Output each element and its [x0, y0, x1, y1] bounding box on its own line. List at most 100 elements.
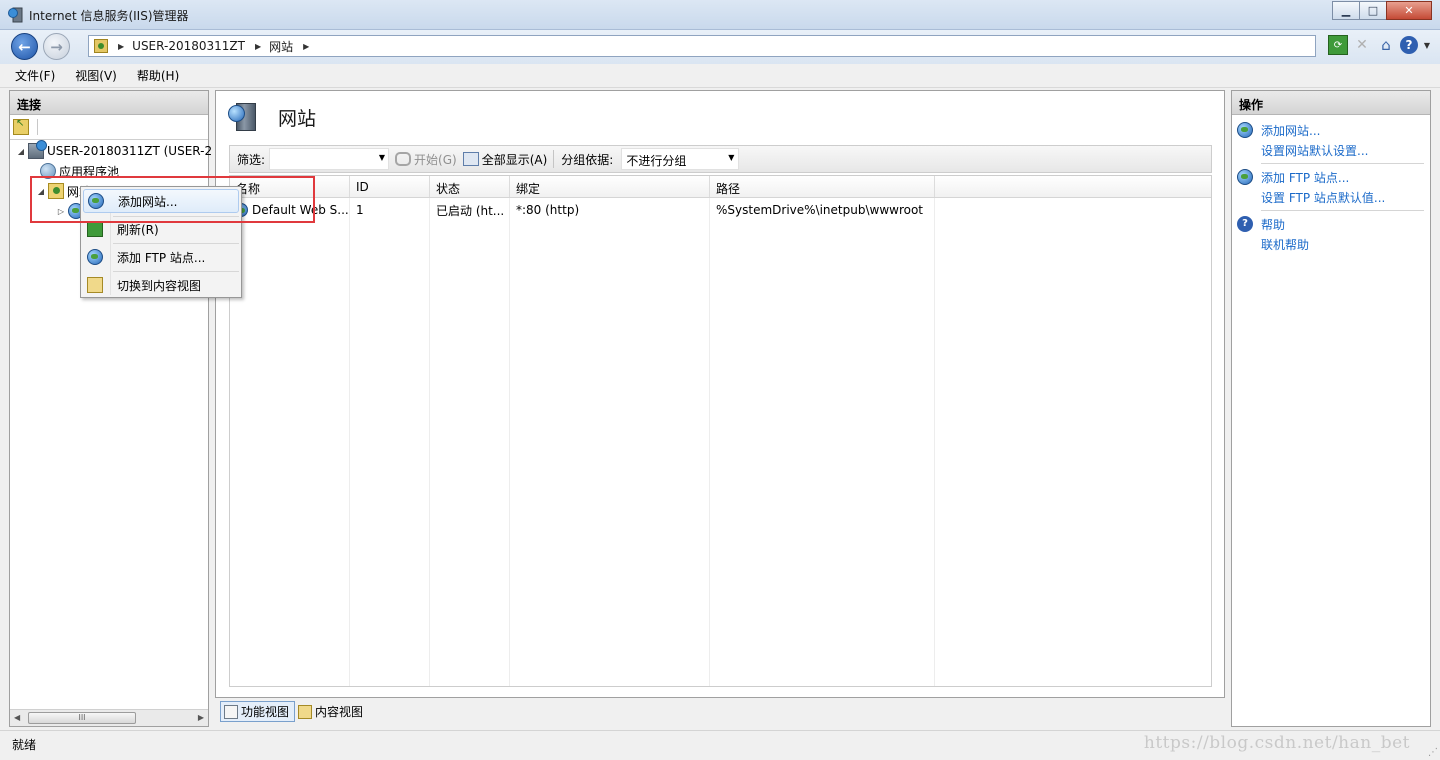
- action-add-site[interactable]: 添加网站...: [1232, 120, 1430, 140]
- menu-view[interactable]: 视图(V): [75, 67, 117, 84]
- actions-header: 操作: [1232, 91, 1430, 115]
- actions-panel: 操作 添加网站... 设置网站默认设置... 添加 FTP 站点... 设置 F…: [1231, 90, 1431, 727]
- action-site-defaults-label: 设置网站默认设置...: [1261, 143, 1369, 158]
- show-all-label: 全部显示(A): [481, 152, 548, 167]
- sites-large-icon: [228, 101, 260, 133]
- home-icon[interactable]: ⌂: [1376, 35, 1396, 55]
- title-bar: Internet 信息服务(IIS)管理器 ▁ □ ✕: [0, 0, 1440, 30]
- scroll-left-icon[interactable]: ◀: [14, 713, 20, 722]
- connections-header: 连接: [10, 91, 208, 115]
- group-by-select[interactable]: 不进行分组 ▼: [621, 148, 740, 170]
- window-title: Internet 信息服务(IIS)管理器: [29, 9, 189, 23]
- column-header-binding[interactable]: 绑定: [510, 176, 710, 197]
- context-menu-divider: [113, 243, 239, 244]
- maximize-button[interactable]: □: [1359, 1, 1387, 20]
- chevron-down-icon[interactable]: ▼: [379, 153, 385, 162]
- tab-content-view-label: 内容视图: [315, 705, 364, 719]
- expand-icon[interactable]: ▷: [56, 207, 66, 216]
- context-switch-content-view[interactable]: 切换到内容视图: [83, 273, 239, 297]
- action-help[interactable]: ? 帮助: [1232, 214, 1430, 234]
- filter-input[interactable]: ▼: [269, 148, 390, 170]
- action-site-defaults[interactable]: 设置网站默认设置...: [1232, 140, 1430, 160]
- show-all-button[interactable]: 全部显示(A): [462, 151, 548, 168]
- collapse-icon[interactable]: ◢: [16, 147, 26, 156]
- collapse-icon[interactable]: ◢: [36, 187, 46, 196]
- breadcrumb-server[interactable]: ▶ USER-20180311ZT: [118, 39, 245, 53]
- binoculars-icon: [395, 152, 412, 166]
- scroll-right-icon[interactable]: ▶: [198, 713, 204, 722]
- action-online-help[interactable]: 联机帮助: [1232, 234, 1430, 254]
- site-binding: *:80 (http): [516, 203, 580, 217]
- horizontal-scrollbar[interactable]: ◀ III ▶: [10, 709, 208, 726]
- tree-item-app-pools[interactable]: 应用程序池: [40, 161, 119, 181]
- chevron-down-icon[interactable]: ▼: [1422, 35, 1432, 55]
- tab-content-view[interactable]: 内容视图: [295, 701, 368, 722]
- page-header: 网站: [228, 101, 316, 133]
- column-header-id[interactable]: ID: [350, 176, 430, 197]
- action-add-ftp-label: 添加 FTP 站点...: [1261, 170, 1350, 185]
- show-all-icon: [462, 152, 479, 166]
- toolbar-divider: [37, 119, 38, 135]
- context-add-ftp[interactable]: 添加 FTP 站点...: [83, 245, 239, 269]
- view-tabs: 功能视图 内容视图: [220, 701, 368, 722]
- sites-feature-panel: 网站 筛选: ▼ 开始(G) 全部显示(A) 分组依据: 不进行分组 ▼ 名称 …: [215, 90, 1225, 698]
- status-bar: 就绪 https://blog.csdn.net/han_bet ⋰: [0, 730, 1440, 760]
- refresh-icon[interactable]: ⟳: [1328, 35, 1348, 55]
- scrollbar-thumb[interactable]: III: [28, 712, 136, 724]
- resize-grip-icon[interactable]: ⋰: [1428, 747, 1438, 758]
- breadcrumb-end-arrow-icon[interactable]: ▶: [303, 42, 317, 51]
- tab-features-view-label: 功能视图: [241, 705, 290, 719]
- breadcrumb-sites-label: 网站: [269, 39, 294, 54]
- features-view-icon: [224, 704, 238, 719]
- actions-divider: [1261, 163, 1424, 164]
- refresh-icon: [87, 221, 103, 237]
- site-id: 1: [356, 203, 364, 217]
- breadcrumb-sites[interactable]: ▶ 网站: [255, 38, 293, 55]
- start-filter-button[interactable]: 开始(G): [395, 151, 457, 168]
- action-help-label: 帮助: [1261, 217, 1286, 232]
- menu-help[interactable]: 帮助(H): [137, 67, 179, 84]
- site-name: Default Web S...: [252, 203, 349, 217]
- action-add-ftp[interactable]: 添加 FTP 站点...: [1232, 167, 1430, 187]
- back-button[interactable]: ←: [11, 33, 38, 60]
- context-add-site[interactable]: 添加网站...: [83, 189, 239, 213]
- column-header-path[interactable]: 路径: [710, 176, 935, 197]
- start-filter-label: 开始(G): [414, 152, 457, 167]
- action-ftp-defaults[interactable]: 设置 FTP 站点默认值...: [1232, 187, 1430, 207]
- connect-icon[interactable]: [13, 118, 29, 135]
- context-switch-content-view-label: 切换到内容视图: [117, 278, 202, 293]
- action-add-site-label: 添加网站...: [1261, 123, 1321, 138]
- minimize-button[interactable]: ▁: [1332, 1, 1360, 20]
- status-text: 就绪: [12, 738, 37, 752]
- chevron-down-icon[interactable]: ▼: [728, 153, 734, 162]
- table-body: [230, 198, 1211, 686]
- context-add-site-label: 添加网站...: [118, 194, 178, 209]
- breadcrumb-server-label: USER-20180311ZT: [132, 39, 245, 53]
- toolbar-divider: [553, 150, 555, 168]
- site-name-cell: Default Web S...: [230, 203, 350, 217]
- column-header-name[interactable]: 名称: [230, 176, 350, 197]
- context-refresh[interactable]: 刷新(R): [83, 217, 239, 241]
- iis-app-icon: [8, 7, 24, 23]
- close-button[interactable]: ✕: [1386, 1, 1432, 20]
- watermark: https://blog.csdn.net/han_bet: [1143, 733, 1410, 753]
- forward-button[interactable]: →: [43, 33, 70, 60]
- add-site-icon: [1237, 122, 1253, 138]
- menu-file[interactable]: 文件(F): [15, 67, 55, 84]
- address-bar[interactable]: ▶ USER-20180311ZT ▶ 网站 ▶: [88, 35, 1316, 57]
- content-view-icon: [87, 277, 103, 293]
- tree-item-app-pools-label: 应用程序池: [59, 164, 120, 179]
- group-by-value: 不进行分组: [626, 154, 687, 168]
- stop-icon[interactable]: ✕: [1352, 35, 1372, 55]
- sites-table: 名称 ID 状态 绑定 路径 Default Web S... 1 已启动 (h…: [229, 175, 1212, 687]
- filter-label: 筛选:: [237, 152, 266, 167]
- table-row[interactable]: Default Web S... 1 已启动 (ht... *:80 (http…: [230, 199, 935, 221]
- tab-features-view[interactable]: 功能视图: [220, 701, 296, 722]
- column-header-status[interactable]: 状态: [430, 176, 510, 197]
- add-ftp-icon: [1237, 169, 1253, 185]
- context-menu-divider: [113, 271, 239, 272]
- help-icon[interactable]: ?: [1400, 36, 1418, 54]
- site-status: 已启动 (ht...: [436, 203, 505, 218]
- site-path: %SystemDrive%\inetpub\wwwroot: [716, 203, 923, 217]
- tree-item-server[interactable]: ◢ USER-20180311ZT (USER-2: [16, 140, 212, 161]
